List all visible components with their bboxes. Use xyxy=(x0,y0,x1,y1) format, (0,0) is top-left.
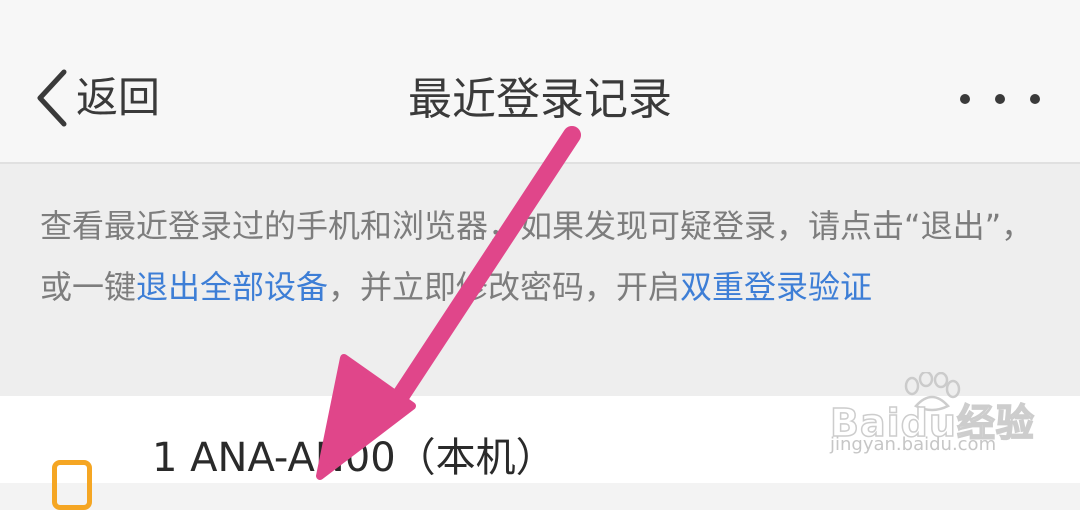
two-step-verification-link[interactable]: 双重登录验证 xyxy=(680,268,872,306)
more-dots-icon[interactable] xyxy=(960,84,1040,114)
dot xyxy=(995,94,1005,104)
dot xyxy=(1030,94,1040,104)
watermark: Baidu经验 jingyan.baidu.com xyxy=(829,372,1035,462)
phone-icon xyxy=(52,460,92,510)
page-title: 最近登录记录 xyxy=(408,74,672,125)
logout-all-devices-link[interactable]: 退出全部设备 xyxy=(136,268,328,306)
navigation-bar: 返回 最近登录记录 xyxy=(0,0,1080,164)
notice-text-part-2: ，并立即修改密码，开启 xyxy=(328,268,681,306)
device-name[interactable]: 1 ANA-AN00（本机） xyxy=(152,432,556,484)
notice-text: 查看最近登录过的手机和浏览器，如果发现可疑登录，请点击“退出”，或一键退出全部设… xyxy=(40,196,1040,318)
dot xyxy=(960,94,970,104)
watermark-url: jingyan.baidu.com xyxy=(830,434,997,455)
